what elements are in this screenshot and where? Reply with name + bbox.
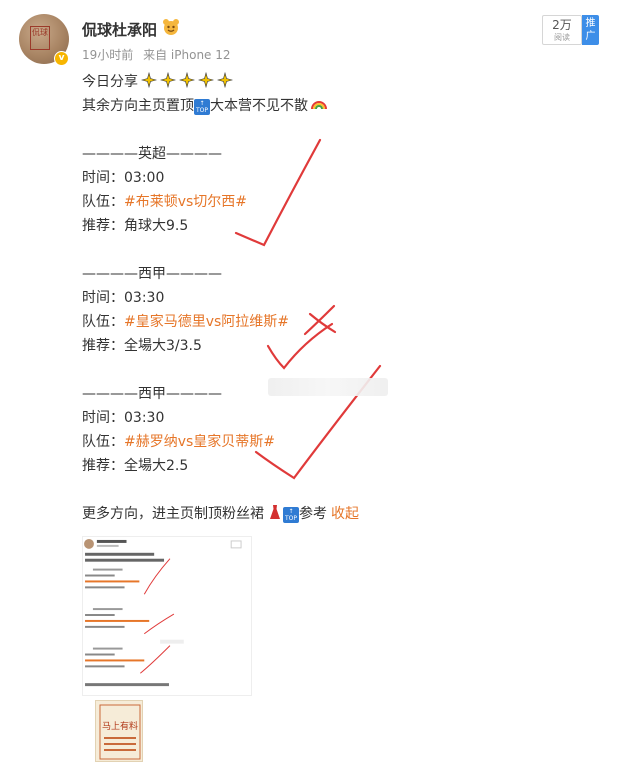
match-1-teams: 队伍：#布莱顿vs切尔西#: [82, 190, 582, 214]
poster-title: 马上有料: [102, 720, 138, 732]
post-content: 今日分享 其余方向主页置顶 ↑ TOP 大本营不见不散 ————英超———— 时间：0…: [82, 70, 582, 526]
top-icon: ↑ TOP: [283, 507, 299, 523]
match-1-league: ————英超————: [82, 146, 222, 162]
post-meta: 19小时前 来自 iPhone 12: [82, 46, 237, 63]
sparkle-icon: [141, 72, 157, 88]
tip-value: 全場大3/3.5: [124, 338, 202, 354]
intro-text-1: 今日分享: [82, 74, 138, 90]
collapse-link[interactable]: 收起: [331, 506, 359, 522]
intro-line-2: 其余方向主页置顶 ↑ TOP 大本营不见不散: [82, 94, 582, 118]
match-3-time: 时间：03:30: [82, 406, 582, 430]
tip-value: 角球大9.5: [124, 218, 189, 234]
match-2-teams: 队伍：#皇家马德里vs阿拉维斯#: [82, 310, 582, 334]
sparkle-icon: [179, 72, 195, 88]
intro-text-2: 其余方向主页置顶: [82, 98, 194, 114]
sparkle-icon: [217, 72, 233, 88]
match-1-tip: 推荐：角球大9.5: [82, 214, 582, 238]
topic-link[interactable]: #赫罗纳vs皇家贝蒂斯#: [124, 434, 275, 450]
team-label: 队伍：: [82, 314, 124, 330]
tip-value: 全場大2.5: [124, 458, 189, 474]
poster-thumbnail: 马上有料: [99, 704, 141, 760]
time-value: 03:00: [124, 170, 165, 186]
topic-link[interactable]: #布莱顿vs切尔西#: [124, 194, 247, 210]
match-2-time: 时间：03:30: [82, 286, 582, 310]
read-count: 2万: [552, 18, 572, 32]
team-label: 队伍：: [82, 434, 124, 450]
username[interactable]: 侃球杜承阳: [82, 19, 157, 40]
time-label: 时间：: [82, 170, 124, 186]
time-label: 时间：: [82, 290, 124, 306]
time-label: 时间：: [82, 410, 124, 426]
promote-button[interactable]: 推广: [582, 15, 599, 45]
time-value: 03:30: [124, 290, 165, 306]
team-label: 队伍：: [82, 194, 124, 210]
footer-text: 更多方向，进主页制顶粉丝裙: [82, 506, 264, 522]
watermark-blur: [268, 378, 388, 396]
match-1-time: 时间：03:00: [82, 166, 582, 190]
post-time[interactable]: 19小时前: [82, 48, 133, 62]
match-3-teams: 队伍：#赫罗纳vs皇家贝蒂斯#: [82, 430, 582, 454]
avatar-seal: 侃球: [30, 26, 50, 50]
read-count-label: 阅读: [554, 33, 570, 42]
tip-label: 推荐：: [82, 338, 124, 354]
topic-link[interactable]: #皇家马德里vs阿拉维斯#: [124, 314, 289, 330]
match-3-tip: 推荐：全場大2.5: [82, 454, 582, 478]
footer-tail: 参考: [299, 506, 327, 522]
verified-icon: v: [54, 51, 69, 66]
sparkle-icon: [160, 72, 176, 88]
screenshot-thumbnail: [84, 538, 242, 687]
footer-line: 更多方向，进主页制顶粉丝裙 ↑ TOP 参考 收起: [82, 502, 582, 526]
intro-text-2-tail: 大本营不见不散: [210, 98, 308, 114]
post-source: 来自 iPhone 12: [143, 48, 231, 62]
attached-image-1[interactable]: [82, 536, 252, 696]
read-count-box: 2万 阅读: [542, 15, 582, 45]
tip-label: 推荐：: [82, 218, 124, 234]
match-2-league: ————西甲————: [82, 266, 222, 282]
time-value: 03:30: [124, 410, 165, 426]
intro-line-1: 今日分享: [82, 70, 582, 94]
match-2-tip: 推荐：全場大3/3.5: [82, 334, 582, 358]
top-icon: ↑ TOP: [194, 99, 210, 115]
rainbow-icon: [311, 101, 327, 110]
dress-icon: [270, 505, 280, 519]
tip-label: 推荐：: [82, 458, 124, 474]
sparkle-icon: [198, 72, 214, 88]
fan-badge-icon: [161, 18, 181, 36]
attached-image-2[interactable]: 马上有料: [95, 700, 143, 762]
